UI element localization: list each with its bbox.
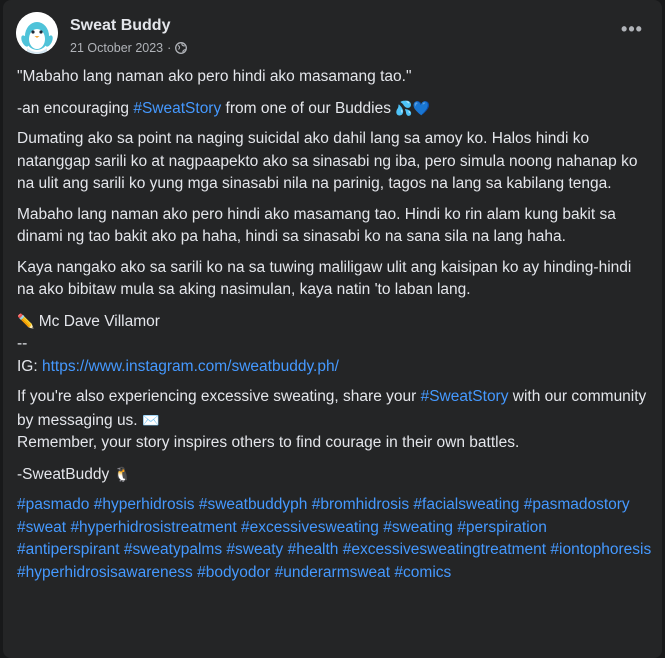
hashtag-link[interactable]: #SweatStory <box>133 100 221 117</box>
hashtag-link[interactable]: #perspiration <box>457 519 547 536</box>
sweat-heart-emoji: 💦💙 <box>395 99 431 116</box>
hashtag-link[interactable]: #excessivesweating <box>241 519 379 536</box>
signoff-text: -SweatBuddy <box>17 465 114 483</box>
more-options-button[interactable]: ••• <box>618 20 646 45</box>
hashtag-link[interactable]: #excessivesweatingtreatment <box>343 541 546 558</box>
hashtag-list: #pasmado #hyperhidrosis #sweatbuddyph #b… <box>17 494 652 584</box>
post-date[interactable]: 21 October 2023 <box>70 41 163 55</box>
hashtag-link[interactable]: #sweating <box>383 519 453 536</box>
hashtag-link[interactable]: #iontophoresis <box>550 541 651 558</box>
hashtag-link[interactable]: #sweat <box>17 519 66 536</box>
hashtag-link[interactable]: #SweatStory <box>421 388 509 405</box>
hashtag-link[interactable]: #antiperspirant <box>17 541 120 558</box>
intro-line: -an encouraging #SweatStory from one of … <box>17 97 652 121</box>
hashtag-link[interactable]: #bodyodor <box>197 564 270 581</box>
hashtag-link[interactable]: #bromhidrosis <box>312 496 409 513</box>
quote-text: "Mabaho lang naman ako pero hindi ako ma… <box>17 68 412 85</box>
penguin-emoji: 🐧 <box>113 465 131 482</box>
page-name[interactable]: Sweat Buddy <box>70 17 170 35</box>
pencil-emoji: ✏️ <box>17 312 35 329</box>
credits-block: ✏️ Mc Dave Villamor -- IG: https://www.ins… <box>17 310 652 379</box>
hashtag-link[interactable]: #pasmadostory <box>524 496 630 513</box>
hashtag-link[interactable]: #sweatypalms <box>124 541 222 558</box>
post-meta: 21 October 2023 · <box>70 41 188 55</box>
hashtag-link[interactable]: #facialsweating <box>413 496 519 513</box>
penguin-logo-icon <box>16 12 58 54</box>
hashtag-link[interactable]: #underarmsweat <box>275 564 390 581</box>
hashtag-link[interactable]: #health <box>288 541 339 558</box>
page-avatar[interactable] <box>16 12 58 54</box>
hashtag-link[interactable]: #pasmado <box>17 496 89 513</box>
ig-label: IG: <box>17 357 42 375</box>
post-header: Sweat Buddy 21 October 2023 · ••• <box>16 12 646 62</box>
hashtag-link[interactable]: #hyperhidrosisawareness <box>17 564 193 581</box>
signoff-line: -SweatBuddy 🐧 <box>17 463 652 487</box>
intro-text: -an encouraging <box>17 99 134 117</box>
meta-separator: · <box>167 41 172 55</box>
cta-text: If you're also experiencing excessive sw… <box>17 388 421 405</box>
story-paragraph-2: Mabaho lang naman ako pero hindi ako mas… <box>17 205 616 246</box>
post-card: Sweat Buddy 21 October 2023 · ••• "Mabah… <box>3 0 662 658</box>
remember-text: Remember, your story inspires others to … <box>17 434 520 451</box>
intro-text-after: from one of our Buddies <box>221 99 396 117</box>
hashtag-link[interactable]: #hyperhidrosistreatment <box>70 519 236 536</box>
globe-icon <box>175 42 188 54</box>
hashtag-link[interactable]: #sweatbuddyph <box>199 496 308 513</box>
dash-separator: -- <box>17 335 28 352</box>
instagram-link[interactable]: https://www.instagram.com/sweatbuddy.ph/ <box>42 358 339 375</box>
story-paragraph-1: Dumating ako sa point na naging suicidal… <box>17 130 638 192</box>
cta-block: If you're also experiencing excessive sw… <box>17 386 652 455</box>
author-credit: Mc Dave Villamor <box>38 312 160 330</box>
envelope-emoji: ✉️ <box>141 411 160 428</box>
hashtag-link[interactable]: #comics <box>394 564 451 581</box>
hashtag-link[interactable]: #hyperhidrosis <box>94 496 195 513</box>
story-paragraph-3: Kaya nangako ako sa sarili ko na sa tuwi… <box>17 258 632 299</box>
hashtag-link[interactable]: #sweaty <box>226 541 283 558</box>
post-body: "Mabaho lang naman ako pero hindi ako ma… <box>17 66 652 592</box>
